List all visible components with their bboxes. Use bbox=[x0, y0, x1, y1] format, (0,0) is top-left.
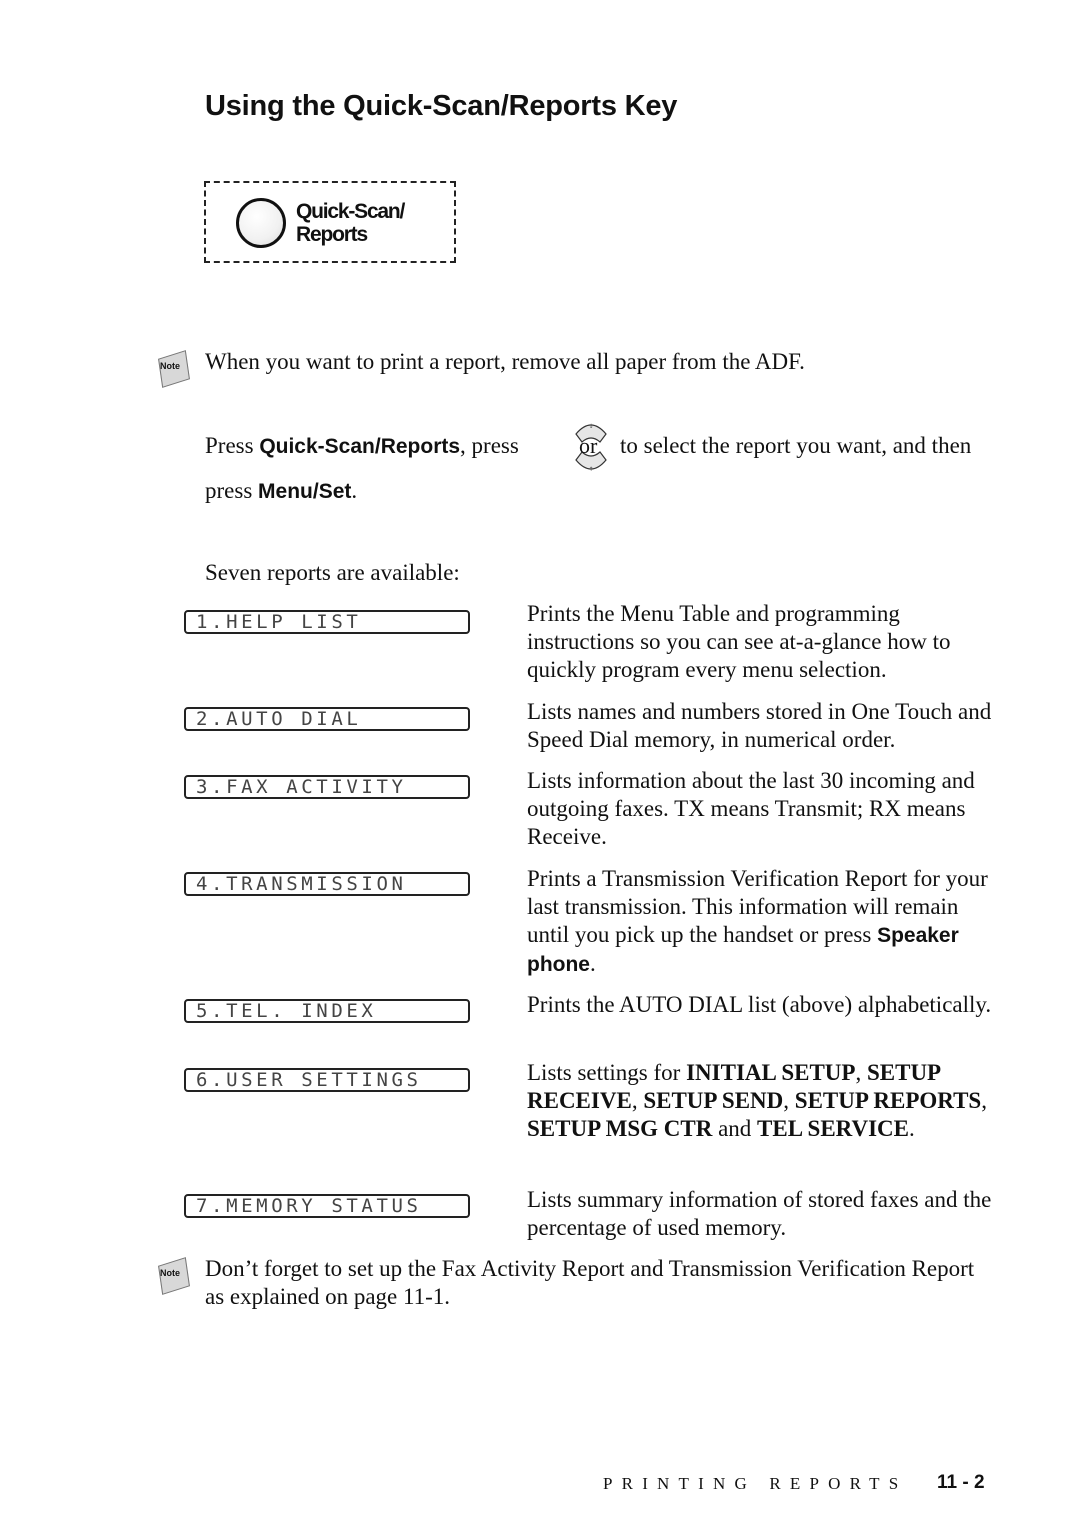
reports-intro: Seven reports are available: bbox=[205, 560, 460, 585]
lcd-memory-status: 7.MEMORY STATUS bbox=[184, 1194, 470, 1218]
page-title: Using the Quick-Scan/Reports Key bbox=[205, 90, 678, 122]
instruction-text: . bbox=[351, 478, 358, 503]
svg-text:↑: ↑ bbox=[588, 466, 593, 473]
setting-name: TEL SERVICE bbox=[757, 1116, 909, 1141]
instruction-text: , press bbox=[460, 433, 519, 458]
separator: and bbox=[712, 1116, 758, 1141]
note-icon-label: Note bbox=[160, 361, 180, 371]
lcd-transmission: 4.TRANSMISSION bbox=[184, 872, 470, 896]
note-icon: Note bbox=[157, 350, 190, 388]
separator: . bbox=[909, 1116, 915, 1141]
quick-scan-key-icon bbox=[236, 198, 286, 248]
footer-page-number: 11 - 2 bbox=[937, 1472, 985, 1493]
separator: , bbox=[783, 1088, 795, 1113]
separator: , bbox=[855, 1060, 867, 1085]
report-description: Prints the AUTO DIAL list (above) alphab… bbox=[527, 992, 992, 1017]
footer-section-title: PRINTING REPORTS bbox=[603, 1474, 908, 1493]
note-icon: Note bbox=[157, 1257, 190, 1295]
report-description: Prints the Menu Table and programming in… bbox=[527, 601, 951, 682]
note-adf-text: When you want to print a report, remove … bbox=[205, 349, 805, 374]
quick-scan-key-label: Quick-Scan/ Reports bbox=[296, 200, 405, 246]
report-description: Lists summary information of stored faxe… bbox=[527, 1187, 992, 1240]
lcd-auto-dial: 2.AUTO DIAL bbox=[184, 707, 470, 731]
arrow-or-label: or bbox=[579, 433, 598, 458]
report-description: Lists names and numbers stored in One To… bbox=[527, 699, 992, 752]
note-icon-label: Note bbox=[160, 1268, 180, 1278]
separator: , bbox=[631, 1088, 644, 1113]
instruction-line1: Press Quick-Scan/Reports, press bbox=[205, 432, 519, 461]
setting-name: SETUP REPORTS bbox=[794, 1088, 982, 1113]
report-description-text: . bbox=[590, 951, 596, 976]
instruction-line2: press Menu/Set. bbox=[205, 477, 357, 506]
up-down-arrow-key-icon: ↓ ↑ or bbox=[573, 420, 609, 474]
report-description: Lists settings for INITIAL SETUP, SETUP … bbox=[527, 1059, 997, 1143]
instruction-line1-tail: to select the report you want, and then bbox=[620, 433, 972, 458]
instruction-text: Press bbox=[205, 433, 260, 458]
setting-name: INITIAL SETUP bbox=[686, 1060, 856, 1085]
key-label-line1: Quick-Scan/ bbox=[296, 200, 405, 223]
instruction-text: press bbox=[205, 478, 259, 503]
lcd-fax-activity: 3.FAX ACTIVITY bbox=[184, 775, 470, 799]
lcd-tel-index: 5.TEL. INDEX bbox=[184, 999, 470, 1023]
setting-name: SETUP SEND bbox=[643, 1088, 784, 1113]
key-label-line2: Reports bbox=[296, 223, 368, 246]
quick-scan-key-name: Quick-Scan/Reports bbox=[259, 435, 461, 458]
separator: , bbox=[981, 1088, 987, 1113]
menu-set-key-name: Menu/Set bbox=[258, 480, 352, 503]
lcd-help-list: 1.HELP LIST bbox=[184, 610, 470, 634]
svg-text:↓: ↓ bbox=[588, 423, 593, 430]
note-setup-reminder: Don’t forget to set up the Fax Activity … bbox=[205, 1256, 975, 1309]
report-description: Lists information about the last 30 inco… bbox=[527, 768, 975, 849]
report-description-text: Lists settings for bbox=[527, 1060, 687, 1085]
lcd-user-settings: 6.USER SETTINGS bbox=[184, 1068, 470, 1092]
report-description: Prints a Transmission Verification Repor… bbox=[527, 865, 997, 979]
setting-name: SETUP MSG CTR bbox=[527, 1116, 713, 1141]
